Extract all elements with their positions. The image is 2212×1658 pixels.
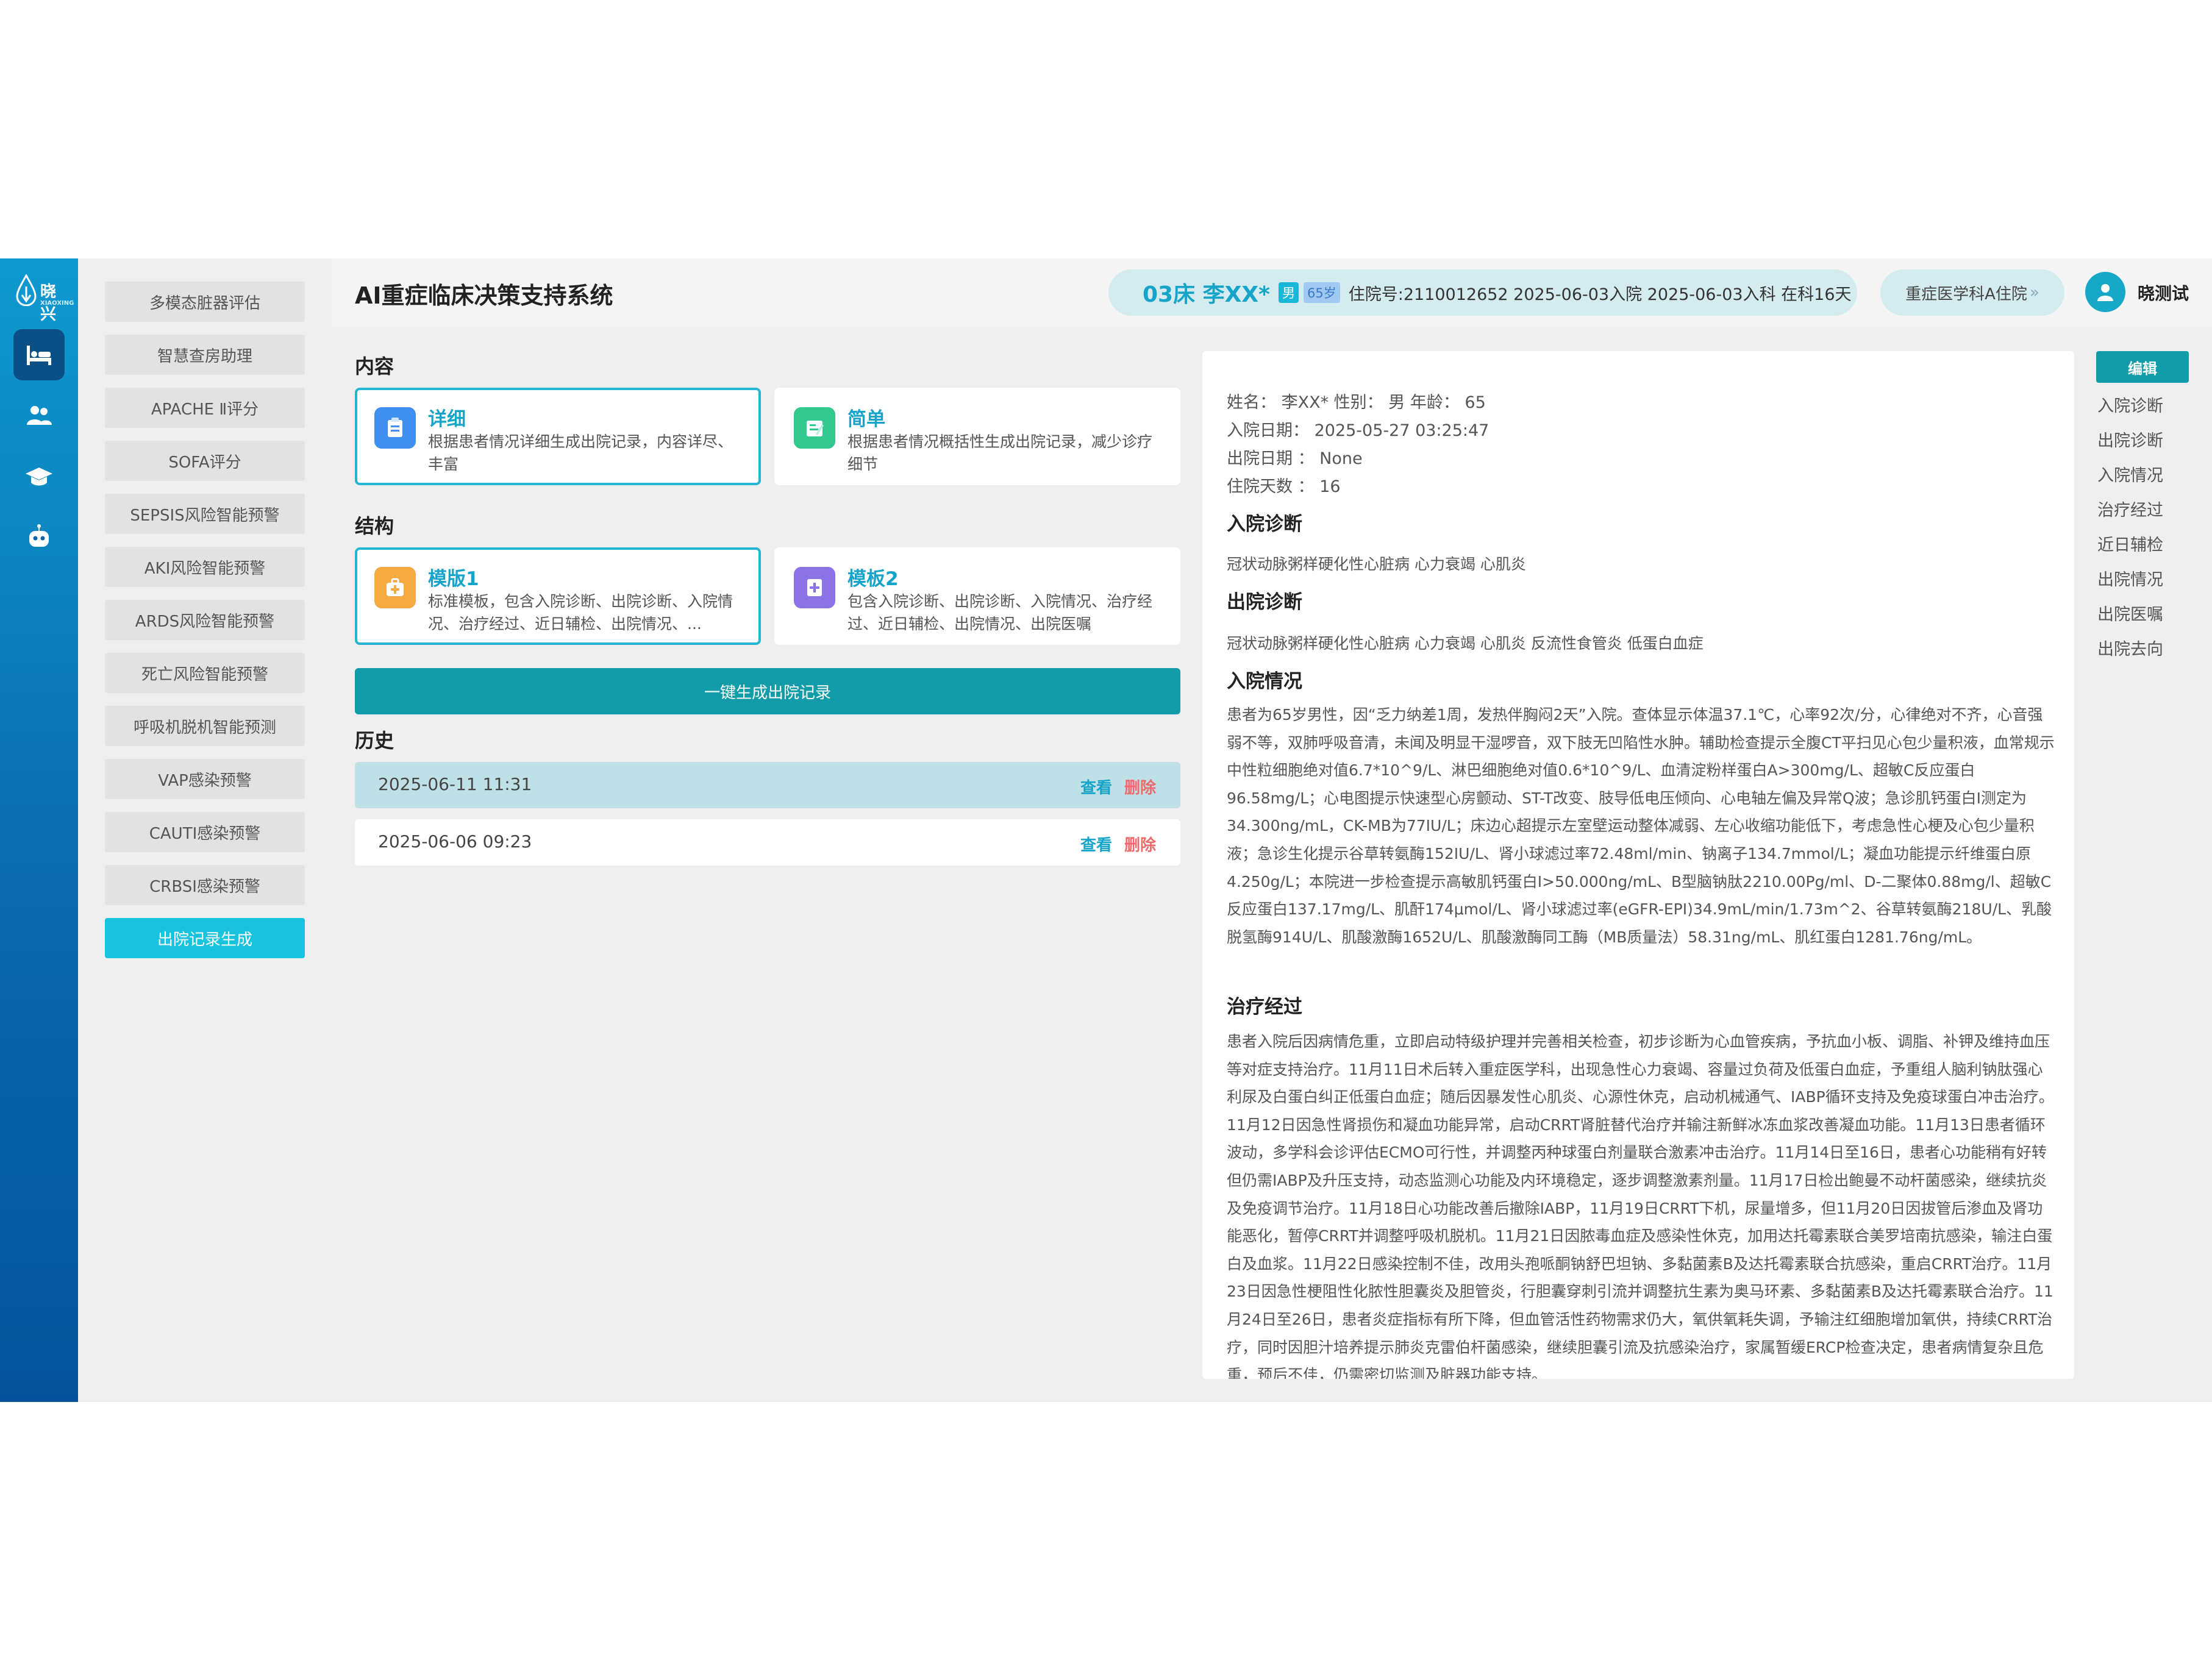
option-description: 包含入院诊断、出院诊断、入院情况、治疗经过、近日辅检、出院情况、出院医嘱 — [847, 592, 1153, 633]
patient-basic-info: 姓名： 李XX* 性别： 男 年龄： 65 — [1227, 393, 1486, 412]
admission-diagnosis-heading: 入院诊断 — [1227, 513, 1302, 535]
discharge-diagnosis-heading: 出院诊断 — [1227, 591, 1302, 613]
history-date: 2025-06-06 09:23 — [378, 831, 532, 852]
avatar[interactable] — [2085, 272, 2125, 312]
option-title: 详细 — [428, 408, 466, 430]
outline-item[interactable]: 近日辅检 — [2097, 532, 2163, 555]
admission-date: 入院日期： 2025-05-27 03:25:47 — [1227, 421, 1490, 440]
option-template-1[interactable]: 模版1 标准模板，包含入院诊断、出院诊断、入院情况、治疗经过、近日辅检、出院情况… — [355, 547, 761, 645]
rail-users-button[interactable] — [13, 390, 65, 441]
content-section-label: 内容 — [355, 355, 394, 378]
menu-item-aki-warning[interactable]: AKI风险智能预警 — [105, 547, 305, 587]
age-badge: 65岁 — [1303, 282, 1340, 303]
option-title: 模板2 — [847, 568, 899, 590]
outline-item[interactable]: 出院医嘱 — [2097, 601, 2163, 625]
treatment-text: 患者入院后因病情危重，立即启动特级护理并完善相关检查，初步诊断为心血管疾病，予抗… — [1227, 1033, 2054, 1379]
history-date: 2025-06-11 11:31 — [378, 774, 532, 794]
menu-item-sofa-score[interactable]: SOFA评分 — [105, 441, 305, 481]
robot-icon — [29, 524, 49, 547]
drop-logo-icon — [16, 274, 37, 306]
rail-education-button[interactable] — [13, 451, 65, 502]
option-title: 简单 — [847, 408, 885, 430]
outline-item[interactable]: 出院情况 — [2097, 566, 2163, 590]
delete-button[interactable]: 删除 — [1124, 833, 1156, 855]
edit-button[interactable]: 编辑 — [2096, 351, 2189, 383]
menu-item-cauti-warning[interactable]: CAUTI感染预警 — [105, 812, 305, 852]
app-logo: 晓兴 XIAOXING — [13, 272, 74, 324]
discharge-record-document: 姓名： 李XX* 性别： 男 年龄： 65 入院日期： 2025-05-27 0… — [1202, 351, 2074, 1379]
bed-icon — [27, 346, 51, 365]
outline-item[interactable]: 出院诊断 — [2097, 427, 2163, 451]
outline-item[interactable]: 出院去向 — [2097, 636, 2163, 660]
menu-item-sepsis-warning[interactable]: SEPSIS风险智能预警 — [105, 494, 305, 534]
menu-item-apache-score[interactable]: APACHE Ⅱ评分 — [105, 388, 305, 428]
history-section-label: 历史 — [355, 729, 394, 752]
clipboard-icon — [374, 407, 416, 449]
history-row[interactable]: 2025-06-06 09:23 查看 删除 — [355, 819, 1180, 866]
generate-record-button[interactable]: 一键生成出院记录 — [355, 668, 1180, 714]
menu-item-crbsi-warning[interactable]: CRBSI感染预警 — [105, 865, 305, 905]
menu-item-vap-warning[interactable]: VAP感染预警 — [105, 759, 305, 799]
medical-kit-icon — [374, 567, 416, 608]
menu-item-ards-warning[interactable]: ARDS风险智能预警 — [105, 600, 305, 640]
patient-selector[interactable]: 03床 李XX* 男 65岁 住院号:2110012652 2025-06-03… — [1108, 269, 1857, 316]
outline-item[interactable]: 入院诊断 — [2097, 393, 2163, 416]
user-name[interactable]: 晓测试 — [2138, 280, 2189, 305]
admission-status-text: 患者为65岁男性，因“乏力纳差1周，发热伴胸闷2天”入院。查体显示体温37.1℃… — [1227, 706, 2055, 946]
option-description: 根据患者情况详细生成出院记录，内容详尽、丰富 — [428, 433, 733, 473]
treatment-heading: 治疗经过 — [1227, 996, 1302, 1018]
option-simple[interactable]: 简单 根据患者情况概括性生成出院记录，减少诊疗细节 — [774, 388, 1180, 485]
menu-item-discharge-record[interactable]: 出院记录生成 — [105, 918, 305, 958]
add-document-icon — [794, 567, 835, 608]
feature-menu: 多模态脏器评估 智慧查房助理 APACHE Ⅱ评分 SOFA评分 SEPSIS风… — [78, 258, 332, 1402]
option-description: 标准模板，包含入院诊断、出院诊断、入院情况、治疗经过、近日辅检、出院情况、... — [428, 592, 733, 633]
admission-status-heading: 入院情况 — [1227, 671, 1302, 692]
option-template-2[interactable]: 模板2 包含入院诊断、出院诊断、入院情况、治疗经过、近日辅检、出院情况、出院医嘱 — [774, 547, 1180, 645]
view-button[interactable]: 查看 — [1080, 833, 1112, 855]
rail-bed-button[interactable] — [13, 329, 65, 380]
outline-item[interactable]: 入院情况 — [2097, 462, 2163, 486]
option-detailed[interactable]: 详细 根据患者情况详细生成出院记录，内容详尽、丰富 — [355, 388, 761, 485]
logo-subtext: XIAOXING — [40, 300, 74, 307]
top-bar: AI重症临床决策支持系统 03床 李XX* 男 65岁 住院号:21100126… — [332, 258, 2212, 327]
delete-button[interactable]: 删除 — [1124, 775, 1156, 798]
rail-robot-button[interactable] — [13, 512, 65, 563]
menu-item-ward-round-assistant[interactable]: 智慧查房助理 — [105, 335, 305, 375]
discharge-date: 出院日期 ： None — [1227, 449, 1363, 468]
menu-item-organ-assessment[interactable]: 多模态脏器评估 — [105, 282, 305, 322]
view-button[interactable]: 查看 — [1080, 775, 1112, 798]
option-title: 模版1 — [428, 568, 479, 590]
structure-section-label: 结构 — [355, 514, 394, 538]
ward-selector[interactable]: 重症医学科A住院 » — [1880, 269, 2064, 316]
patient-admission-info: 住院号:2110012652 2025-06-03入院 2025-06-03入科… — [1348, 285, 1852, 304]
graduation-cap-icon — [26, 468, 52, 486]
app-root: 晓兴 XIAOXING 多模态脏器评估 智慧查房助理 APACHE Ⅱ评分 SO… — [0, 258, 2212, 1402]
menu-item-ventilator-weaning[interactable]: 呼吸机脱机智能预测 — [105, 706, 305, 746]
users-icon — [27, 406, 52, 425]
option-description: 根据患者情况概括性生成出院记录，减少诊疗细节 — [847, 433, 1153, 473]
admission-diagnosis-text: 冠状动脉粥样硬化性心脏病 心力衰竭 心肌炎 — [1227, 555, 1526, 573]
discharge-diagnosis-text: 冠状动脉粥样硬化性心脏病 心力衰竭 心肌炎 反流性食管炎 低蛋白血症 — [1227, 635, 1704, 652]
user-icon — [2097, 284, 2113, 301]
patient-name: 03床 李XX* — [1143, 282, 1270, 307]
history-row[interactable]: 2025-06-11 11:31 查看 删除 — [355, 762, 1180, 808]
double-chevron-right-icon: » — [2029, 283, 2039, 302]
stay-days: 住院天数 ： 16 — [1227, 477, 1341, 496]
ward-label: 重症医学科A住院 — [1905, 285, 2027, 304]
sex-badge: 男 — [1278, 282, 1299, 303]
icon-rail: 晓兴 XIAOXING — [0, 258, 78, 1402]
menu-item-mortality-warning[interactable]: 死亡风险智能预警 — [105, 653, 305, 693]
outline-item[interactable]: 治疗经过 — [2097, 497, 2163, 521]
edit-note-icon — [794, 407, 835, 449]
page-title: AI重症临床决策支持系统 — [355, 282, 613, 309]
